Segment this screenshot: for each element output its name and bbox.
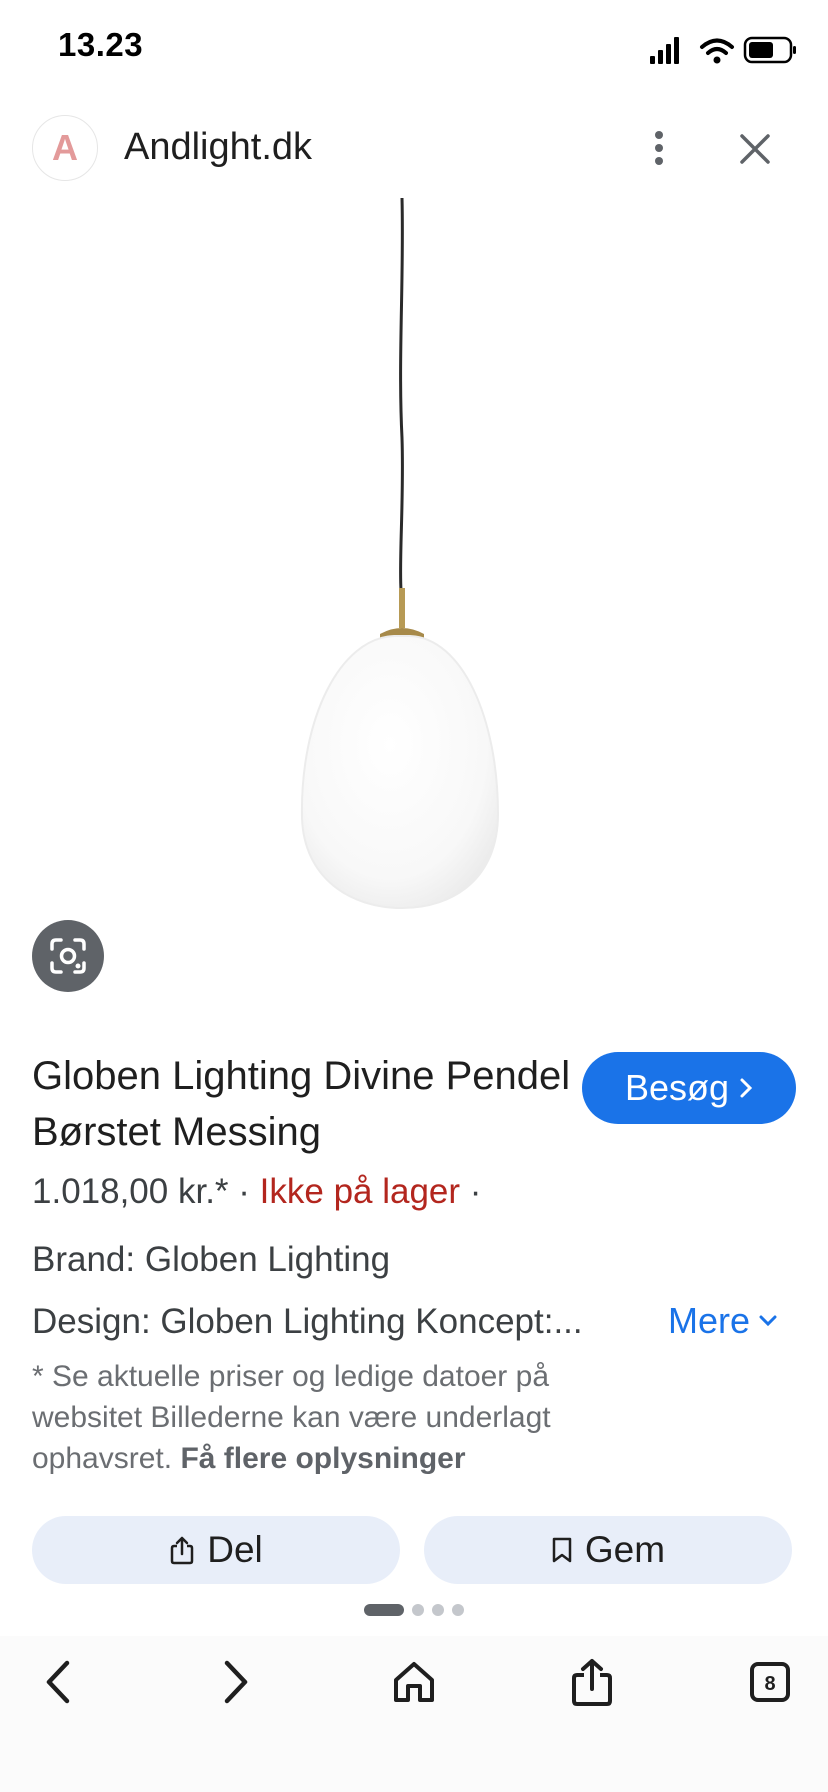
tab-count: 8 bbox=[764, 1673, 775, 1695]
carousel-pager bbox=[364, 1604, 464, 1616]
product-title: Globen Lighting Divine Pendel Børstet Me… bbox=[32, 1054, 571, 1154]
more-info-link[interactable]: Få flere oplysninger bbox=[180, 1442, 465, 1475]
wifi-icon bbox=[700, 38, 734, 64]
chevron-down-icon bbox=[759, 1315, 777, 1327]
visit-button[interactable]: Besøg bbox=[582, 1052, 796, 1124]
pager-dot bbox=[452, 1604, 464, 1616]
price-trailing-separator: · bbox=[460, 1172, 482, 1211]
lens-search-button[interactable] bbox=[32, 920, 104, 992]
chevron-right-icon bbox=[740, 1078, 753, 1098]
tabs-icon: 8 bbox=[750, 1662, 790, 1702]
visit-button-label: Besøg bbox=[624, 1067, 730, 1108]
more-options-icon[interactable] bbox=[640, 126, 678, 170]
price-line: 1.018,00 kr.* · Ikke på lager · bbox=[32, 1172, 481, 1212]
price-separator: · bbox=[228, 1172, 260, 1211]
share-icon bbox=[170, 1536, 194, 1565]
more-button[interactable]: Mere bbox=[668, 1300, 778, 1342]
signal-icon bbox=[650, 37, 679, 64]
site-title[interactable]: Andlight.dk bbox=[124, 126, 312, 169]
pager-dot bbox=[364, 1604, 404, 1616]
status-time: 13.23 bbox=[58, 26, 144, 63]
bookmark-icon bbox=[552, 1537, 572, 1563]
share-page-icon[interactable] bbox=[562, 1652, 622, 1712]
product-image bbox=[300, 198, 500, 910]
back-icon[interactable] bbox=[28, 1652, 88, 1712]
price: 1.018,00 kr.* bbox=[32, 1172, 229, 1211]
save-label: Gem bbox=[584, 1529, 666, 1570]
share-label: Del bbox=[207, 1529, 263, 1570]
tabs-button[interactable]: 8 bbox=[740, 1652, 800, 1712]
site-logo-letter: A bbox=[52, 127, 78, 168]
pager-dot bbox=[432, 1604, 444, 1616]
more-label: Mere bbox=[668, 1300, 751, 1341]
forward-icon[interactable] bbox=[206, 1652, 266, 1712]
pager-dot bbox=[412, 1604, 424, 1616]
home-icon[interactable] bbox=[384, 1652, 444, 1712]
disclaimer: * Se aktuelle priser og ledige datoer på… bbox=[32, 1356, 652, 1479]
design-line: Design: Globen Lighting Koncept:... bbox=[32, 1302, 583, 1341]
share-button[interactable]: Del bbox=[32, 1516, 400, 1584]
site-logo: A bbox=[32, 115, 98, 181]
lens-icon bbox=[50, 938, 86, 974]
status-icons bbox=[650, 36, 796, 64]
brand-line: Brand: Globen Lighting bbox=[32, 1240, 391, 1279]
battery-icon bbox=[743, 36, 796, 64]
save-button[interactable]: Gem bbox=[424, 1516, 792, 1584]
close-icon[interactable] bbox=[732, 126, 778, 172]
stock-status: Ikke på lager bbox=[259, 1172, 461, 1211]
